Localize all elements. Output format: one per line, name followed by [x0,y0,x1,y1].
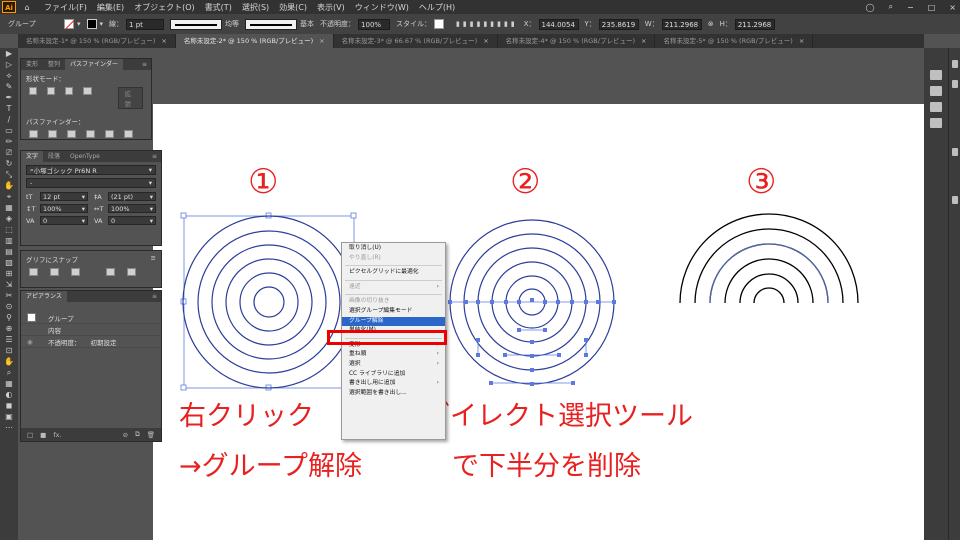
context-menu-item[interactable]: 変形 › [342,341,445,351]
context-menu-item[interactable]: 書き出し用に追加 › [342,379,445,389]
context-menu-item[interactable]: CC ライブラリに追加 [342,370,445,380]
menu-item-label: 選択範囲を書き出し... [349,389,407,396]
caption-1-line-1: 右クリック [179,401,314,432]
context-menu-item[interactable]: 取り消し(U) [342,244,445,254]
menu-item-label: 選択 [349,360,361,367]
context-menu: 取り消し(U) やり直し(R) ピクセルグリッドに最適化 遠近 › 画像の切り抜き 選択グル… [341,242,446,440]
context-menu-item[interactable]: 遠近 › [342,283,445,293]
menu-item-label: 単純化(M)... [349,327,382,334]
menu-separator [345,279,442,281]
menu-item-label: 変形 [349,341,361,348]
arc-rings [679,213,859,304]
context-menu-item[interactable]: グループ解除 [342,316,445,327]
menu-item-label: グループ解除 [349,317,384,324]
menu-item-label: 取り消し(U) [349,245,381,251]
menu-separator [345,265,442,267]
chevron-right-icon: › [436,351,439,358]
context-menu-item[interactable]: 単純化(M)... [342,326,445,336]
chevron-right-icon: › [436,360,439,367]
menu-item-label: CC ライブラリに追加 [349,370,406,377]
caption-2-line-1: ダイレクト選択ツール [423,401,693,432]
context-menu-item[interactable]: 画像の切り抜き [342,297,445,307]
menu-item-label: 重ね順 [349,351,367,358]
context-menu-item[interactable]: 選択 › [342,360,445,370]
menu-item-label: 選択グループ編集モード [349,307,413,314]
context-menu-item[interactable]: ピクセルグリッドに最適化 [342,268,445,278]
caption-1-line-2: →グループ解除 [179,451,363,482]
chevron-right-icon: › [436,341,439,348]
caption-2-line-2: で下半分を削除 [452,451,641,482]
context-menu-item[interactable]: 選択範囲を書き出し... [342,389,445,399]
menu-item-label: やり直し(R) [349,254,381,261]
menu-item-label: ピクセルグリッドに最適化 [349,269,419,276]
menu-item-label: 遠近 [349,283,361,290]
menu-item-label: 書き出し用に追加 [349,380,396,387]
step-number-2: ② [510,162,541,202]
context-menu-item[interactable]: 重ね順 › [342,350,445,360]
context-menu-item[interactable]: 選択グループ編集モード [342,307,445,317]
chevron-right-icon: › [436,380,439,387]
menu-separator [345,294,442,296]
step-number-3: ③ [746,162,777,202]
menu-separator [345,337,442,339]
step-number-1: ① [248,162,279,202]
menu-item-label: 画像の切り抜き [349,298,390,305]
context-menu-item[interactable]: やり直し(R) [342,254,445,264]
chevron-right-icon: › [436,283,439,290]
